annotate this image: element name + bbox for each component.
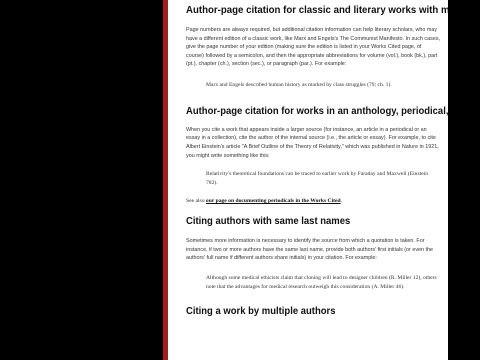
example-quote: Although some medical ethicists claim th…	[206, 274, 437, 290]
section-body: Sometimes more information is necessary …	[186, 238, 434, 262]
section-heading: Citing authors with same last names	[186, 216, 351, 228]
section-body: Page numbers are always required, but ad…	[186, 27, 441, 68]
video-frame: Author-page citation for classic and lit…	[0, 0, 480, 360]
letterbox-right	[448, 0, 480, 360]
see-also-prefix: See also	[186, 198, 205, 205]
example-quote: Marx and Engels described human history …	[206, 82, 392, 89]
section-body: When you cite a work that appears inside…	[186, 126, 439, 159]
see-also-line: See also our page on documenting periodi…	[186, 198, 342, 205]
section-heading: Author-page citation for classic and lit…	[186, 4, 448, 16]
article-content: Author-page citation for classic and lit…	[168, 0, 448, 360]
example-quote: Relativity's theoretical foundations can…	[206, 171, 429, 187]
periodicals-link[interactable]: our page on documenting periodicals in t…	[206, 198, 341, 204]
section-heading: Citing a work by multiple authors	[186, 305, 336, 317]
section-heading: Author-page citation for works in an ant…	[186, 106, 448, 118]
